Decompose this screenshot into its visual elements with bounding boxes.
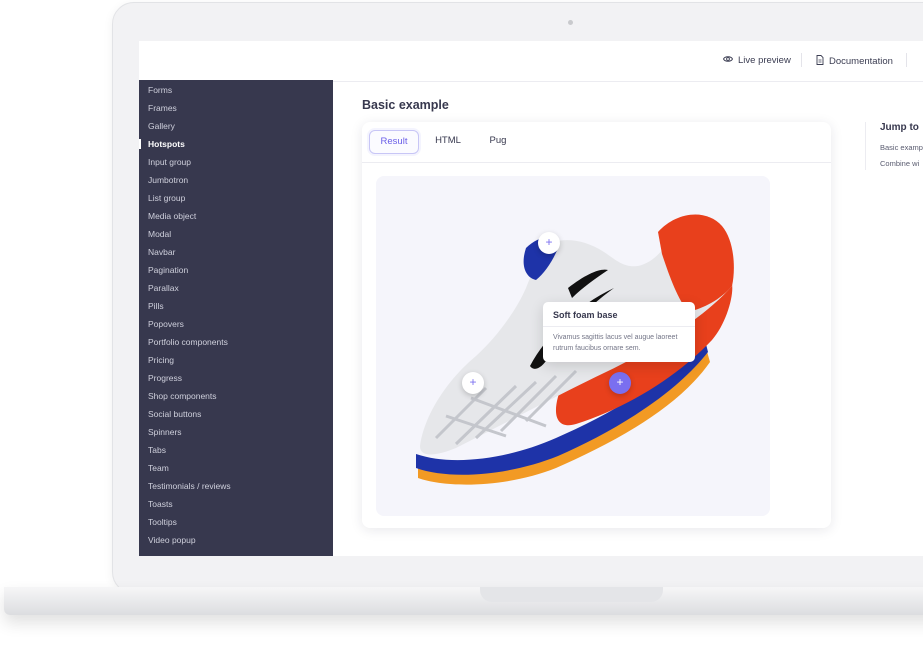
sidebar-item-portfolio-components[interactable]: Portfolio components <box>148 337 228 347</box>
jump-to-title: Jump to <box>880 122 919 133</box>
hotspot-stage: + + + Soft foam base Vivamus sagittis la… <box>376 176 770 516</box>
sidebar-item-toasts[interactable]: Toasts <box>148 499 173 509</box>
sidebar-item-navbar[interactable]: Navbar <box>148 247 175 257</box>
popover-divider <box>543 326 695 327</box>
sidebar-item-gallery[interactable]: Gallery <box>148 121 175 131</box>
live-preview-label: Live preview <box>738 55 791 66</box>
topbar: Live preview Documentation <box>333 41 923 82</box>
hotspot-button[interactable]: + <box>538 232 560 254</box>
sidebar-item-spinners[interactable]: Spinners <box>148 427 182 437</box>
document-icon <box>816 55 824 68</box>
eye-icon <box>722 55 734 66</box>
topbar-logo-area <box>139 41 333 81</box>
sidebar-item-list-group[interactable]: List group <box>148 193 185 203</box>
sidebar: Forms Frames Gallery Hotspots Input grou… <box>139 80 333 556</box>
tab-result[interactable]: Result <box>369 130 419 154</box>
hotspot-button[interactable]: + <box>462 372 484 394</box>
sidebar-item-testimonials-reviews[interactable]: Testimonials / reviews <box>148 481 231 491</box>
documentation-link[interactable]: Documentation <box>816 55 893 68</box>
hotspot-button-active[interactable]: + <box>609 372 631 394</box>
sidebar-item-parallax[interactable]: Parallax <box>148 283 179 293</box>
sidebar-item-popovers[interactable]: Popovers <box>148 319 184 329</box>
sidebar-item-input-group[interactable]: Input group <box>148 157 191 167</box>
hotspot-popover: Soft foam base Vivamus sagittis lacus ve… <box>543 302 695 362</box>
laptop-base-notch <box>480 587 663 602</box>
active-item-marker <box>139 139 141 149</box>
sidebar-item-modal[interactable]: Modal <box>148 229 171 239</box>
sidebar-item-team[interactable]: Team <box>148 463 169 473</box>
sidebar-item-progress[interactable]: Progress <box>148 373 182 383</box>
jump-link-basic-example[interactable]: Basic examp <box>880 143 923 152</box>
sidebar-item-pricing[interactable]: Pricing <box>148 355 174 365</box>
code-tabs: Result HTML Pug <box>362 122 831 163</box>
popover-title: Soft foam base <box>553 310 618 320</box>
live-preview-link[interactable]: Live preview <box>722 55 791 66</box>
sidebar-item-shop-components[interactable]: Shop components <box>148 391 217 401</box>
jump-to-panel: Jump to Basic examp Combine wi <box>865 122 923 170</box>
sidebar-item-video-popup[interactable]: Video popup <box>148 535 196 545</box>
popover-body: Vivamus sagittis lacus vel augue laoreet… <box>553 334 678 352</box>
webcam <box>568 20 573 25</box>
sidebar-item-media-object[interactable]: Media object <box>148 211 196 221</box>
example-card: Result HTML Pug + + + Soft foam base Viv… <box>362 122 831 528</box>
sidebar-item-social-buttons[interactable]: Social buttons <box>148 409 201 419</box>
sidebar-item-tabs[interactable]: Tabs <box>148 445 166 455</box>
sidebar-item-frames[interactable]: Frames <box>148 103 177 113</box>
documentation-label: Documentation <box>829 56 893 67</box>
screen: Live preview Documentation Forms Frames … <box>139 41 923 556</box>
sidebar-item-jumbotron[interactable]: Jumbotron <box>148 175 188 185</box>
tab-pug[interactable]: Pug <box>478 130 518 152</box>
sidebar-item-pagination[interactable]: Pagination <box>148 265 188 275</box>
sidebar-item-hotspots[interactable]: Hotspots <box>148 139 185 149</box>
topbar-divider <box>801 53 802 67</box>
tab-html[interactable]: HTML <box>426 130 470 152</box>
page-title: Basic example <box>362 98 449 112</box>
laptop-base <box>4 587 923 615</box>
sidebar-item-forms[interactable]: Forms <box>148 85 172 95</box>
topbar-divider <box>906 53 907 67</box>
sidebar-item-tooltips[interactable]: Tooltips <box>148 517 177 527</box>
sidebar-item-pills[interactable]: Pills <box>148 301 164 311</box>
jump-link-combine[interactable]: Combine wi <box>880 159 919 168</box>
